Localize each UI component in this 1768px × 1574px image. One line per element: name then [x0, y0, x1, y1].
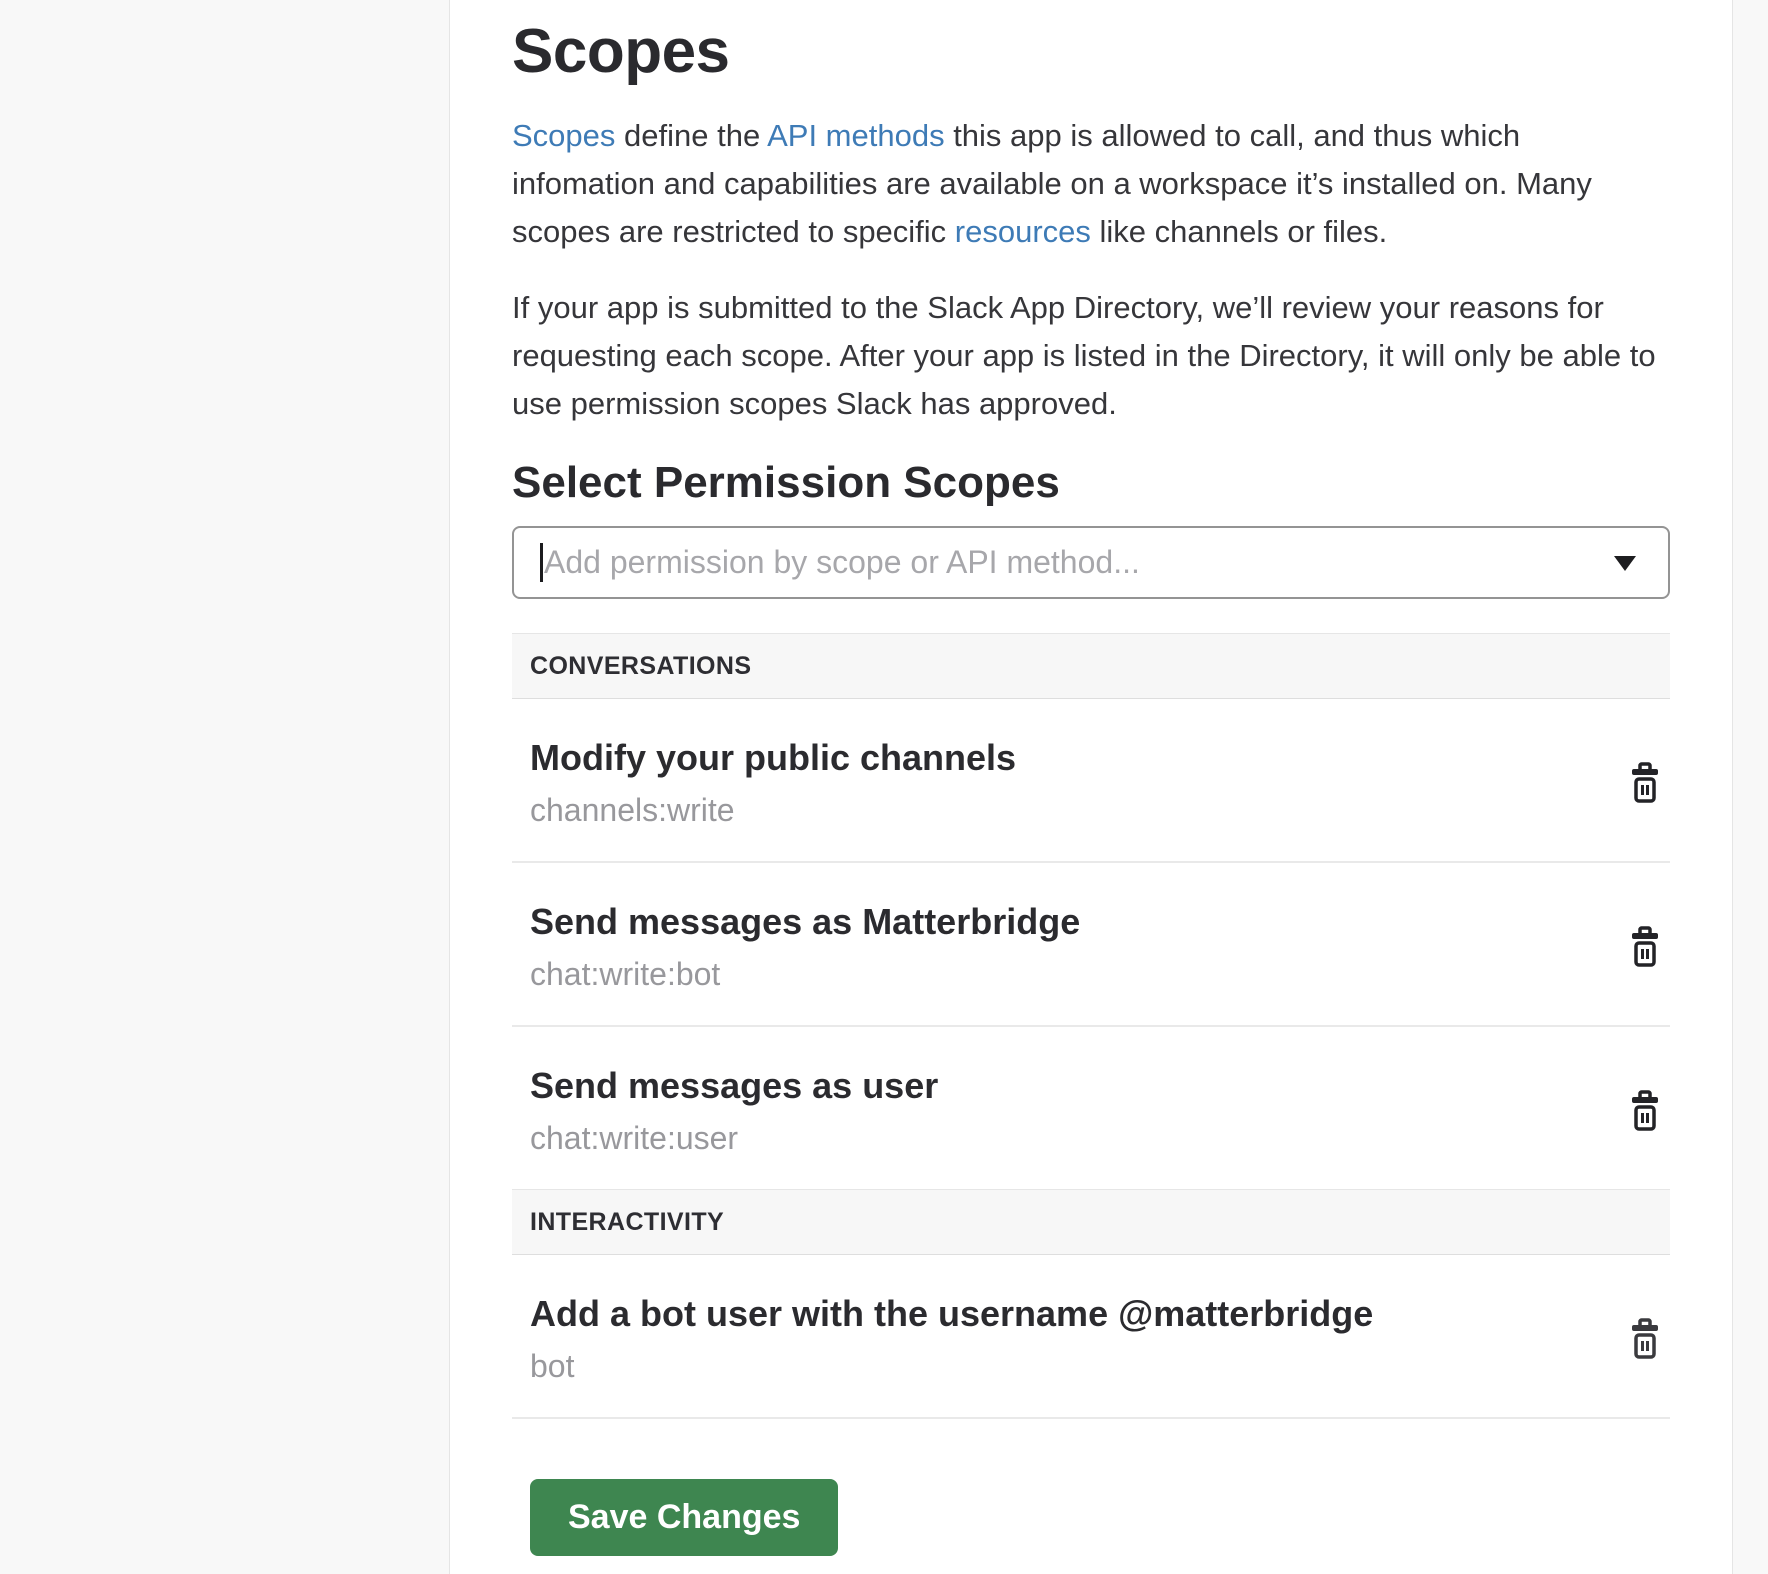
scope-row: Send messages as user chat:write:user	[512, 1027, 1670, 1189]
scope-code: chat:write:user	[530, 1117, 938, 1159]
scope-row: Add a bot user with the username @matter…	[512, 1255, 1670, 1419]
resources-link[interactable]: resources	[955, 214, 1091, 249]
delete-scope-button[interactable]	[1628, 1089, 1662, 1133]
scope-row-text: Send messages as user chat:write:user	[530, 1063, 938, 1159]
text-cursor	[540, 543, 543, 582]
api-methods-link[interactable]: API methods	[767, 118, 944, 153]
scope-list: CONVERSATIONS Modify your public channel…	[512, 633, 1670, 1419]
scope-row-text: Add a bot user with the username @matter…	[530, 1291, 1373, 1387]
scope-title: Add a bot user with the username @matter…	[530, 1291, 1373, 1337]
delete-scope-button[interactable]	[1628, 761, 1662, 805]
caret-down-icon[interactable]	[1614, 556, 1636, 571]
trash-icon	[1628, 761, 1662, 805]
delete-scope-button[interactable]	[1628, 1317, 1662, 1361]
scopes-link[interactable]: Scopes	[512, 118, 615, 153]
scope-section-conversations: CONVERSATIONS Modify your public channel…	[512, 633, 1670, 1189]
section-header: INTERACTIVITY	[512, 1189, 1670, 1255]
scope-row: Modify your public channels channels:wri…	[512, 699, 1670, 863]
page-title: Scopes	[512, 0, 1670, 88]
trash-icon	[1628, 1317, 1662, 1361]
scope-row: Send messages as Matterbridge chat:write…	[512, 863, 1670, 1027]
section-header-label: INTERACTIVITY	[530, 1208, 724, 1237]
left-gutter	[0, 0, 449, 1574]
trash-icon	[1628, 1089, 1662, 1133]
scopes-settings-panel: Scopes Scopes define the API methods thi…	[449, 0, 1733, 1574]
scope-title: Send messages as user	[530, 1063, 938, 1109]
scope-search-input[interactable]	[514, 528, 1668, 597]
intro-text-1: define the	[615, 118, 767, 153]
scope-row-text: Modify your public channels channels:wri…	[530, 735, 1016, 831]
trash-icon	[1628, 925, 1662, 969]
scope-code: bot	[530, 1345, 1373, 1387]
section-header-label: CONVERSATIONS	[530, 652, 751, 681]
delete-scope-button[interactable]	[1628, 925, 1662, 969]
scope-select-combobox[interactable]	[512, 526, 1670, 599]
scope-code: channels:write	[530, 789, 1016, 831]
scope-title: Modify your public channels	[530, 735, 1016, 781]
intro-text-3: like channels or files.	[1091, 214, 1387, 249]
select-permission-scopes-heading: Select Permission Scopes	[512, 458, 1670, 508]
section-header: CONVERSATIONS	[512, 633, 1670, 699]
scope-code: chat:write:bot	[530, 953, 1080, 995]
right-gutter	[1733, 0, 1768, 1574]
scope-row-text: Send messages as Matterbridge chat:write…	[530, 899, 1080, 995]
scopes-description: Scopes define the API methods this app i…	[512, 112, 1670, 256]
directory-review-note: If your app is submitted to the Slack Ap…	[512, 284, 1670, 428]
scope-title: Send messages as Matterbridge	[530, 899, 1080, 945]
scope-section-interactivity: INTERACTIVITY Add a bot user with the us…	[512, 1189, 1670, 1419]
save-changes-button[interactable]: Save Changes	[530, 1479, 838, 1556]
